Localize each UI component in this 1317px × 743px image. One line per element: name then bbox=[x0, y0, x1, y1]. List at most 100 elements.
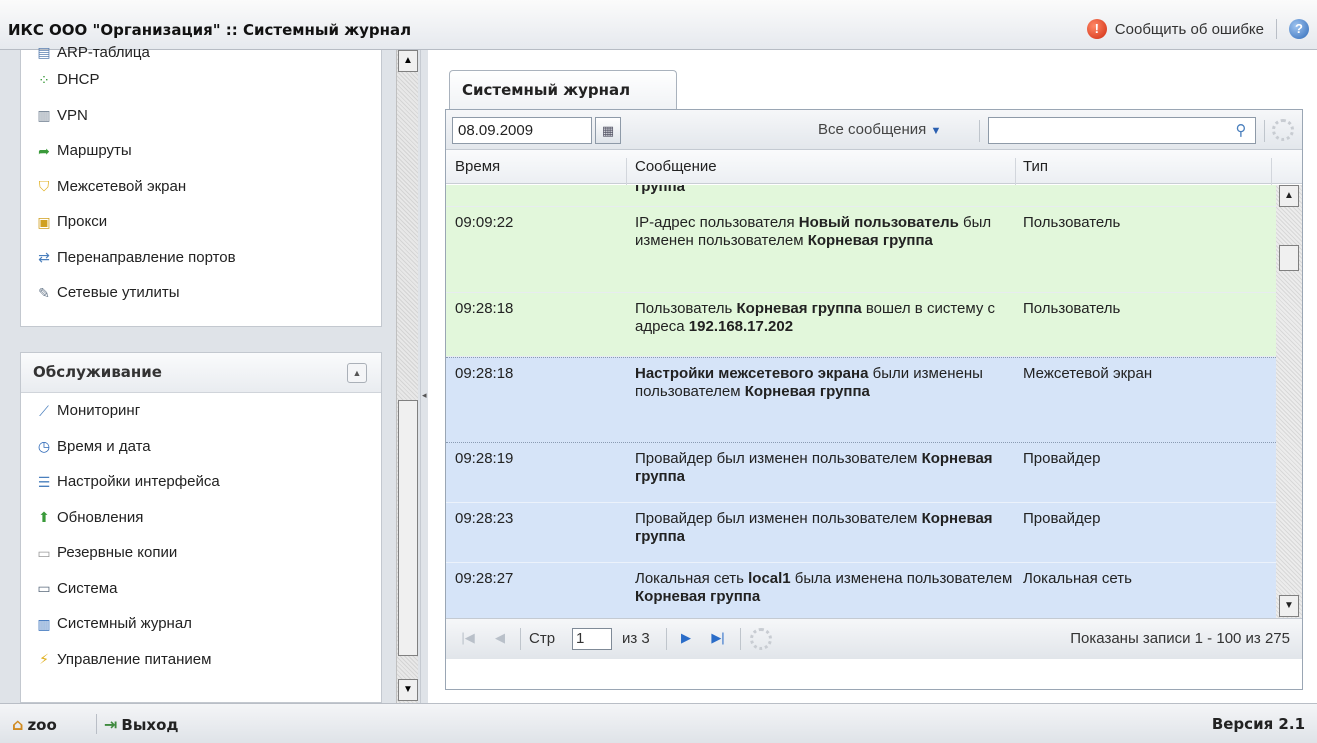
scroll-up-icon[interactable]: ▲ bbox=[1279, 185, 1299, 207]
message-text: Провайдер был изменен пользователем bbox=[635, 510, 922, 527]
header-divider bbox=[1276, 19, 1277, 39]
cell-time: 09:28:19 bbox=[455, 450, 514, 467]
report-error-link[interactable]: Сообщить об ошибке bbox=[1115, 21, 1264, 38]
scroll-up-icon[interactable]: ▲ bbox=[398, 50, 418, 72]
version-label: Версия 2.1 bbox=[1211, 715, 1305, 733]
last-page-icon[interactable]: ▶| bbox=[708, 628, 728, 648]
sidebar-item-top-1[interactable]: ⁘ DHCP bbox=[21, 62, 381, 98]
message-highlight: 192.168.17.202 bbox=[688, 318, 794, 335]
message-filter-dropdown[interactable]: Все сообщения ▼ bbox=[818, 121, 941, 138]
update-icon: ⬆ bbox=[38, 509, 50, 526]
sidebar-item-bottom-1[interactable]: ◷ Время и дата bbox=[21, 429, 381, 465]
cell-type: Провайдер bbox=[1023, 450, 1101, 467]
error-report-icon[interactable]: ! bbox=[1086, 19, 1107, 39]
help-icon[interactable]: ? bbox=[1289, 19, 1309, 39]
shield-icon: ⛉ bbox=[38, 178, 50, 195]
calendar-icon[interactable]: ▦ bbox=[595, 117, 621, 144]
sidebar-item-bottom-7[interactable]: ⚡ Управление питанием bbox=[21, 642, 381, 678]
sidebar-item-bottom-6[interactable]: ▥ Системный журнал bbox=[21, 606, 381, 642]
refresh-icon[interactable] bbox=[750, 628, 772, 650]
logout-label: Выход bbox=[121, 715, 179, 734]
toolbar-divider bbox=[979, 120, 980, 142]
sidebar-item-label: Резервные копии bbox=[57, 544, 178, 562]
cell-time: 09:28:18 bbox=[455, 365, 514, 382]
sidebar-item-top-7[interactable]: ✎ Сетевые утилиты bbox=[21, 275, 381, 311]
first-page-icon[interactable]: |◀ bbox=[458, 628, 478, 648]
maintenance-header[interactable]: Обслуживание ▲ bbox=[21, 353, 381, 393]
routes-icon: ➦ bbox=[38, 142, 50, 159]
sidebar-item-bottom-0[interactable]: ⟋ Мониторинг bbox=[21, 393, 381, 429]
sidebar-item-bottom-4[interactable]: ▭ Резервные копии bbox=[21, 535, 381, 571]
prev-page-icon[interactable]: ◀ bbox=[490, 628, 510, 648]
page-title: ИКС ООО "Организация" :: Системный журна… bbox=[8, 21, 412, 39]
table-row[interactable]: группа bbox=[446, 185, 1276, 207]
wrench-icon: ✎ bbox=[38, 284, 50, 301]
message-highlight: Корневая группа bbox=[807, 232, 933, 249]
user-link[interactable]: ⌂ zoo bbox=[12, 715, 57, 734]
search-input[interactable]: ⚲ bbox=[988, 117, 1256, 144]
sidebar-scrollbar[interactable]: ▲ ▼ bbox=[396, 50, 418, 703]
collapse-icon[interactable]: ▲ bbox=[347, 363, 367, 383]
page-count-label: из 3 bbox=[622, 630, 650, 647]
sidebar: ▤ ARP-таблица ⁘ DHCP ▥ VPN ➦ Маршруты ⛉ Межсетево… bbox=[0, 44, 420, 703]
maintenance-title: Обслуживание bbox=[33, 363, 162, 381]
sidebar-item-bottom-5[interactable]: ▭ Система bbox=[21, 571, 381, 607]
cell-type: Локальная сеть bbox=[1023, 570, 1132, 587]
sidebar-item-top-2[interactable]: ▥ VPN bbox=[21, 98, 381, 134]
sidebar-item-label: Межсетевой экран bbox=[57, 177, 187, 195]
scroll-down-icon[interactable]: ▼ bbox=[1279, 595, 1299, 617]
sidebar-item-label: Перенаправление портов bbox=[57, 248, 236, 266]
page-label: Стр bbox=[529, 630, 556, 647]
message-highlight: Корневая группа bbox=[736, 300, 862, 317]
grid-scrollbar[interactable]: ▲ ▼ bbox=[1276, 185, 1302, 618]
message-text: была изменена пользователем bbox=[790, 570, 1013, 587]
cell-time: 09:09:22 bbox=[455, 214, 514, 231]
column-header-message[interactable]: Сообщение bbox=[635, 158, 717, 175]
grid-scroll-thumb[interactable] bbox=[1279, 245, 1299, 271]
cell-time: 09:28:27 bbox=[455, 570, 514, 587]
page-number-input[interactable]: 1 bbox=[572, 628, 612, 650]
log-rows: группа 09:09:22 IP-адрес пользователя Новы… bbox=[446, 185, 1276, 618]
sidebar-item-top-4[interactable]: ⛉ Межсетевой экран bbox=[21, 169, 381, 205]
sidebar-item-top-6[interactable]: ⇄ Перенаправление портов bbox=[21, 240, 381, 276]
sidebar-item-label: ARP-таблица bbox=[57, 43, 150, 61]
logout-button[interactable]: ⇥ Выход bbox=[104, 715, 179, 734]
sidebar-item-bottom-2[interactable]: ☰ Настройки интерфейса bbox=[21, 464, 381, 500]
sidebar-item-top-5[interactable]: ▣ Прокси bbox=[21, 204, 381, 240]
date-field[interactable]: 08.09.2009 bbox=[452, 117, 592, 144]
column-header-type[interactable]: Тип bbox=[1023, 158, 1048, 175]
scroll-down-icon[interactable]: ▼ bbox=[398, 679, 418, 701]
sidebar-item-top-0[interactable]: ▤ ARP-таблица bbox=[21, 42, 381, 62]
message-text: Провайдер был изменен пользователем bbox=[635, 450, 922, 467]
dhcp-icon: ⁘ bbox=[38, 71, 50, 88]
collapse-left-icon[interactable]: ◂ bbox=[422, 390, 427, 401]
next-page-icon[interactable]: ▶ bbox=[676, 628, 696, 648]
search-icon[interactable]: ⚲ bbox=[1231, 121, 1251, 141]
sidebar-item-top-3[interactable]: ➦ Маршруты bbox=[21, 133, 381, 169]
table-row[interactable]: 09:09:22 IP-адрес пользователя Новый поль… bbox=[446, 207, 1276, 293]
message-highlight: Корневая группа bbox=[744, 383, 870, 400]
cell-type: Пользователь bbox=[1023, 300, 1121, 317]
table-row[interactable]: 09:28:19 Провайдер был изменен пользовате… bbox=[446, 443, 1276, 503]
network-nav-panel: ▤ ARP-таблица ⁘ DHCP ▥ VPN ➦ Маршруты ⛉ Межсетево… bbox=[20, 44, 382, 327]
cell-type: Пользователь bbox=[1023, 214, 1121, 231]
loading-spinner-icon bbox=[1272, 119, 1294, 141]
column-header-time[interactable]: Время bbox=[455, 158, 500, 175]
cell-message: Локальная сеть local1 была изменена поль… bbox=[635, 570, 1020, 606]
sidebar-scroll-thumb[interactable] bbox=[398, 400, 418, 656]
vpn-icon: ▥ bbox=[37, 107, 51, 124]
table-row[interactable]: 09:28:27 Локальная сеть local1 была измен… bbox=[446, 563, 1276, 618]
panel-splitter[interactable]: ◂ bbox=[420, 50, 428, 703]
filter-label: Все сообщения bbox=[818, 121, 927, 138]
table-row[interactable]: 09:28:23 Провайдер был изменен пользовате… bbox=[446, 503, 1276, 563]
sidebar-item-bottom-3[interactable]: ⬆ Обновления bbox=[21, 500, 381, 536]
table-row[interactable]: 09:28:18 Пользователь Корневая группа вош… bbox=[446, 293, 1276, 357]
records-summary: Показаны записи 1 - 100 из 275 bbox=[1070, 630, 1290, 647]
header-actions: ! Сообщить об ошибке ? bbox=[1086, 19, 1309, 39]
maintenance-nav-list: ⟋ Мониторинг ◷ Время и дата ☰ Настройки интер… bbox=[21, 393, 381, 677]
message-text: Пользователь bbox=[635, 300, 737, 317]
table-icon: ▤ bbox=[37, 44, 51, 60]
tab-system-log[interactable]: Системный журнал bbox=[449, 70, 677, 110]
home-icon: ⌂ bbox=[12, 715, 24, 734]
table-row[interactable]: 09:28:18 Настройки межсетевого экрана был… bbox=[446, 357, 1276, 443]
